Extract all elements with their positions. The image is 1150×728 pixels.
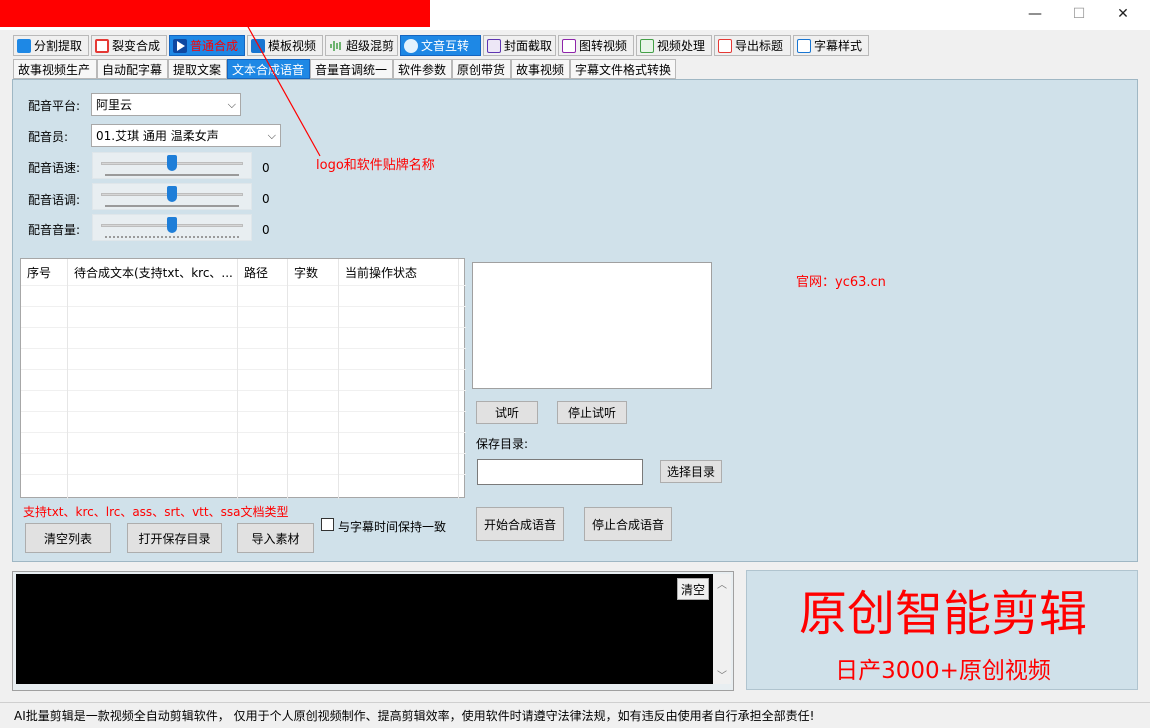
clear-list-button[interactable]: 清空列表 bbox=[25, 523, 111, 553]
promo-banner: 原创智能剪辑 日产3000+原创视频 bbox=[746, 570, 1138, 690]
subtab-subtitle-convert[interactable]: 字幕文件格式转换 bbox=[570, 59, 676, 79]
slider-knob[interactable] bbox=[167, 186, 177, 202]
tab-label: 字幕样式 bbox=[814, 39, 863, 53]
speed-slider[interactable] bbox=[92, 152, 252, 179]
log-scrollbar[interactable]: ︿ ﹀ bbox=[713, 574, 731, 684]
status-text: AI批量剪辑是一款视频全自动剪辑软件， 仅用于个人原创视频制作、提高剪辑效率，使… bbox=[14, 709, 815, 723]
column-header[interactable]: 路径 bbox=[238, 259, 288, 499]
maximize-button[interactable]: ☐ bbox=[1056, 0, 1102, 28]
tab-image-to-video[interactable]: 图转视频 bbox=[558, 35, 634, 56]
volume-value: 0 bbox=[262, 223, 270, 237]
slider-knob[interactable] bbox=[167, 155, 177, 171]
tab-subtitle-style[interactable]: 字幕样式 bbox=[793, 35, 869, 56]
copy-icon bbox=[95, 38, 109, 53]
voice-value: 01.艾琪 通用 温柔女声 bbox=[96, 129, 219, 143]
save-dir-input[interactable] bbox=[477, 459, 643, 485]
slider-ticks bbox=[105, 235, 239, 238]
clear-log-button[interactable]: 清空 bbox=[677, 578, 709, 600]
speed-value: 0 bbox=[262, 161, 270, 175]
subtab-extract-copy[interactable]: 提取文案 bbox=[168, 59, 227, 79]
tab-label: 封面截取 bbox=[504, 39, 553, 53]
tab-label: 导出标题 bbox=[735, 39, 784, 53]
subtab-story-video-production[interactable]: 故事视频生产 bbox=[13, 59, 97, 79]
log-console[interactable] bbox=[16, 574, 713, 684]
minimize-button[interactable]: — bbox=[1012, 0, 1058, 28]
keep-sync-label: 与字幕时间保持一致 bbox=[338, 520, 447, 534]
banner-subtitle: 日产3000+原创视频 bbox=[835, 658, 1051, 684]
status-bar: AI批量剪辑是一款视频全自动剪辑软件， 仅用于个人原创视频制作、提高剪辑效率，使… bbox=[0, 702, 1150, 728]
subtab-story-video[interactable]: 故事视频 bbox=[511, 59, 570, 79]
platform-value: 阿里云 bbox=[96, 98, 133, 112]
column-header[interactable]: 序号 bbox=[21, 259, 68, 499]
tab-export-title[interactable]: 导出标题 bbox=[714, 35, 791, 56]
import-material-button[interactable]: 导入素材 bbox=[237, 523, 314, 553]
export-icon bbox=[718, 38, 732, 53]
compare-icon bbox=[640, 38, 654, 53]
slider-ticks bbox=[105, 173, 239, 176]
column-header[interactable]: 字数 bbox=[288, 259, 339, 499]
microphone-icon bbox=[404, 38, 418, 53]
keep-sync-checkbox[interactable] bbox=[321, 518, 334, 531]
tab-label: 裂变合成 bbox=[112, 39, 161, 53]
stop-preview-button[interactable]: 停止试听 bbox=[557, 401, 627, 424]
supported-formats-note: 支持txt、krc、lrc、ass、srt、vtt、ssa文档类型 bbox=[23, 505, 289, 519]
column-header[interactable]: 当前操作状态 bbox=[339, 259, 459, 499]
close-button[interactable]: ✕ bbox=[1100, 0, 1146, 28]
slider-knob[interactable] bbox=[167, 217, 177, 233]
subtab-software-params[interactable]: 软件参数 bbox=[393, 59, 452, 79]
stop-synth-button[interactable]: 停止合成语音 bbox=[584, 507, 672, 541]
split-icon bbox=[17, 38, 31, 53]
subtab-original-sales[interactable]: 原创带货 bbox=[452, 59, 511, 79]
image-icon bbox=[487, 38, 501, 53]
volume-slider[interactable] bbox=[92, 214, 252, 241]
volume-label: 配音音量: bbox=[28, 223, 81, 237]
start-synth-button[interactable]: 开始合成语音 bbox=[476, 507, 564, 541]
subtab-auto-subtitle[interactable]: 自动配字幕 bbox=[97, 59, 168, 79]
video-icon bbox=[562, 38, 576, 53]
speed-label: 配音语速: bbox=[28, 161, 81, 175]
subtitle-icon bbox=[797, 38, 811, 53]
play-icon bbox=[173, 38, 187, 53]
tab-video-process[interactable]: 视频处理 bbox=[636, 35, 712, 56]
website-label: 官网：yc63.cn bbox=[796, 275, 886, 290]
tab-cover-capture[interactable]: 封面截取 bbox=[483, 35, 556, 56]
tab-label: 分割提取 bbox=[34, 39, 83, 53]
table-header: 序号 待合成文本(支持txt、krc、... 路径 字数 当前操作状态 bbox=[21, 259, 459, 499]
pitch-slider[interactable] bbox=[92, 183, 252, 210]
pitch-value: 0 bbox=[262, 192, 270, 206]
waveform-icon bbox=[329, 39, 343, 53]
platform-select[interactable]: 阿里云 ⌵ bbox=[91, 93, 241, 116]
tab-label: 视频处理 bbox=[657, 39, 706, 53]
logo-note: logo和软件贴牌名称 bbox=[316, 158, 435, 173]
logo-placeholder bbox=[0, 0, 430, 27]
open-save-dir-button[interactable]: 打开保存目录 bbox=[127, 523, 222, 553]
choose-dir-button[interactable]: 选择目录 bbox=[660, 460, 722, 483]
tab-super-mix[interactable]: 超级混剪 bbox=[325, 35, 398, 56]
tab-label: 图转视频 bbox=[579, 39, 628, 53]
column-header[interactable]: 待合成文本(支持txt、krc、... bbox=[68, 259, 238, 499]
scroll-up-icon[interactable]: ︿ bbox=[713, 576, 731, 591]
annotation-arrow bbox=[239, 14, 321, 157]
tab-fission-compose[interactable]: 裂变合成 bbox=[91, 35, 167, 56]
save-dir-label: 保存目录: bbox=[476, 437, 529, 451]
banner-title: 原创智能剪辑 bbox=[798, 586, 1087, 642]
pitch-label: 配音语调: bbox=[28, 193, 81, 207]
platform-label: 配音平台: bbox=[28, 99, 81, 113]
preview-textarea[interactable] bbox=[472, 262, 712, 389]
voice-label: 配音员: bbox=[28, 130, 69, 144]
preview-button[interactable]: 试听 bbox=[476, 401, 538, 424]
tab-split-extract[interactable]: 分割提取 bbox=[13, 35, 89, 56]
tab-text-audio[interactable]: 文音互转 bbox=[400, 35, 481, 56]
scroll-down-icon[interactable]: ﹀ bbox=[713, 667, 731, 682]
text-list-table[interactable]: 序号 待合成文本(支持txt、krc、... 路径 字数 当前操作状态 bbox=[20, 258, 466, 499]
tab-label: 超级混剪 bbox=[346, 39, 395, 53]
slider-ticks bbox=[105, 204, 239, 207]
tab-label: 文音互转 bbox=[421, 39, 470, 53]
